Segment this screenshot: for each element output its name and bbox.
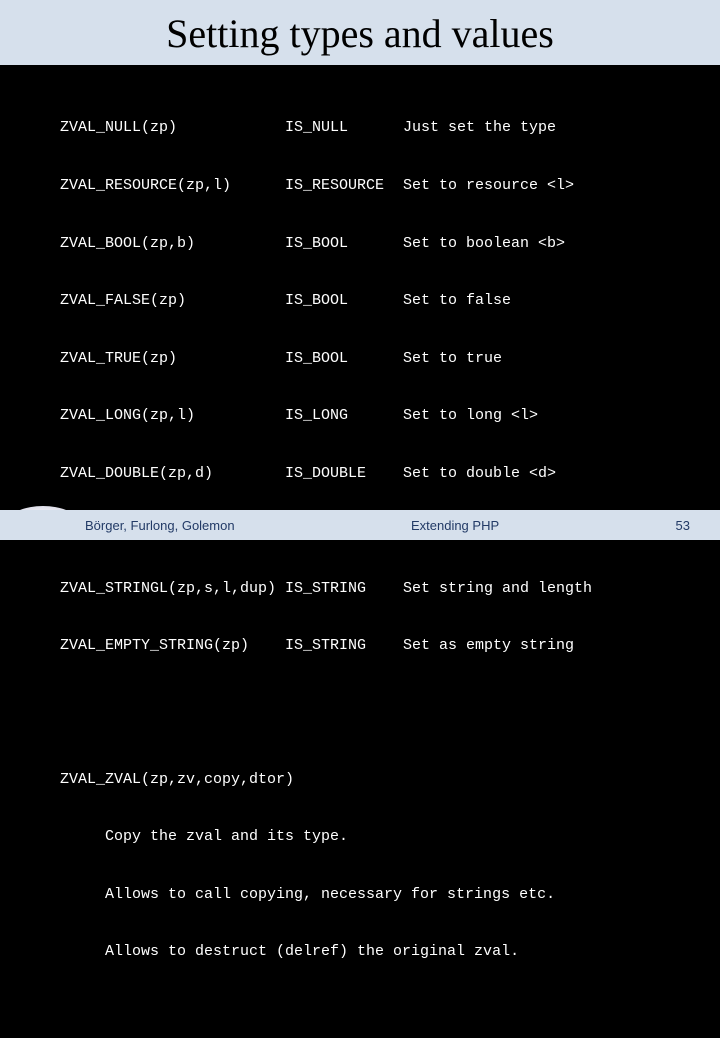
desc-cell: Set to true <box>403 349 688 368</box>
table-row: ZVAL_BOOL(zp,b)IS_BOOLSet to boolean <b> <box>60 234 688 253</box>
macro-cell: ZVAL_STRINGL(zp,s,l,dup) <box>60 579 285 598</box>
macro-cell: ZVAL_EMPTY_STRING(zp) <box>60 636 285 655</box>
table-row: ZVAL_LONG(zp,l)IS_LONGSet to long <l> <box>60 406 688 425</box>
desc-cell: Set as empty string <box>403 636 688 655</box>
macro-cell: ZVAL_DOUBLE(zp,d) <box>60 464 285 483</box>
block-line: Allows to destruct (delref) the original… <box>60 942 688 961</box>
table-row: ZVAL_EMPTY_STRING(zp)IS_STRINGSet as emp… <box>60 636 688 655</box>
table-row: ZVAL_NULL(zp)IS_NULLJust set the type <box>60 118 688 137</box>
type-cell: IS_STRING <box>285 636 403 655</box>
desc-cell: Set to long <l> <box>403 406 688 425</box>
page-number: 53 <box>676 518 720 533</box>
slide-footer: Börger, Furlong, Golemon Extending PHP 5… <box>0 510 720 540</box>
type-cell: IS_LONG <box>285 406 403 425</box>
desc-cell: Set string and length <box>403 579 688 598</box>
table-row: ZVAL_DOUBLE(zp,d)IS_DOUBLESet to double … <box>60 464 688 483</box>
macro-cell: ZVAL_RESOURCE(zp,l) <box>60 176 285 195</box>
macro-cell: ZVAL_TRUE(zp) <box>60 349 285 368</box>
macro-cell: ZVAL_NULL(zp) <box>60 118 285 137</box>
macro-cell: ZVAL_BOOL(zp,b) <box>60 234 285 253</box>
type-cell: IS_NULL <box>285 118 403 137</box>
table-row: ZVAL_RESOURCE(zp,l)IS_RESOURCESet to res… <box>60 176 688 195</box>
macro-cell: ZVAL_LONG(zp,l) <box>60 406 285 425</box>
block-head: ZVAL_ZVAL(zp,zv,copy,dtor) <box>60 770 688 789</box>
desc-cell: Just set the type <box>403 118 688 137</box>
footer-authors: Börger, Furlong, Golemon <box>0 518 235 533</box>
slide-body: ZVAL_NULL(zp)IS_NULLJust set the type ZV… <box>0 66 720 1038</box>
desc-cell: Set to boolean <b> <box>403 234 688 253</box>
type-cell: IS_BOOL <box>285 291 403 310</box>
block-line: Copy the zval and its type. <box>60 827 688 846</box>
type-cell: IS_RESOURCE <box>285 176 403 195</box>
slide: Setting types and values ZVAL_NULL(zp)IS… <box>0 0 720 540</box>
type-cell: IS_BOOL <box>285 234 403 253</box>
table-row: ZVAL_FALSE(zp)IS_BOOLSet to false <box>60 291 688 310</box>
block-line: Allows to call copying, necessary for st… <box>60 885 688 904</box>
type-cell: IS_BOOL <box>285 349 403 368</box>
footer-title: Extending PHP <box>235 518 676 533</box>
zval-zval-block: ZVAL_ZVAL(zp,zv,copy,dtor) Copy the zval… <box>60 731 688 1000</box>
desc-cell: Set to double <d> <box>403 464 688 483</box>
table-row: ZVAL_STRINGL(zp,s,l,dup)IS_STRINGSet str… <box>60 579 688 598</box>
type-cell: IS_STRING <box>285 579 403 598</box>
desc-cell: Set to resource <l> <box>403 176 688 195</box>
slide-title: Setting types and values <box>0 0 720 66</box>
desc-cell: Set to false <box>403 291 688 310</box>
type-cell: IS_DOUBLE <box>285 464 403 483</box>
macro-cell: ZVAL_FALSE(zp) <box>60 291 285 310</box>
table-row: ZVAL_TRUE(zp)IS_BOOLSet to true <box>60 349 688 368</box>
